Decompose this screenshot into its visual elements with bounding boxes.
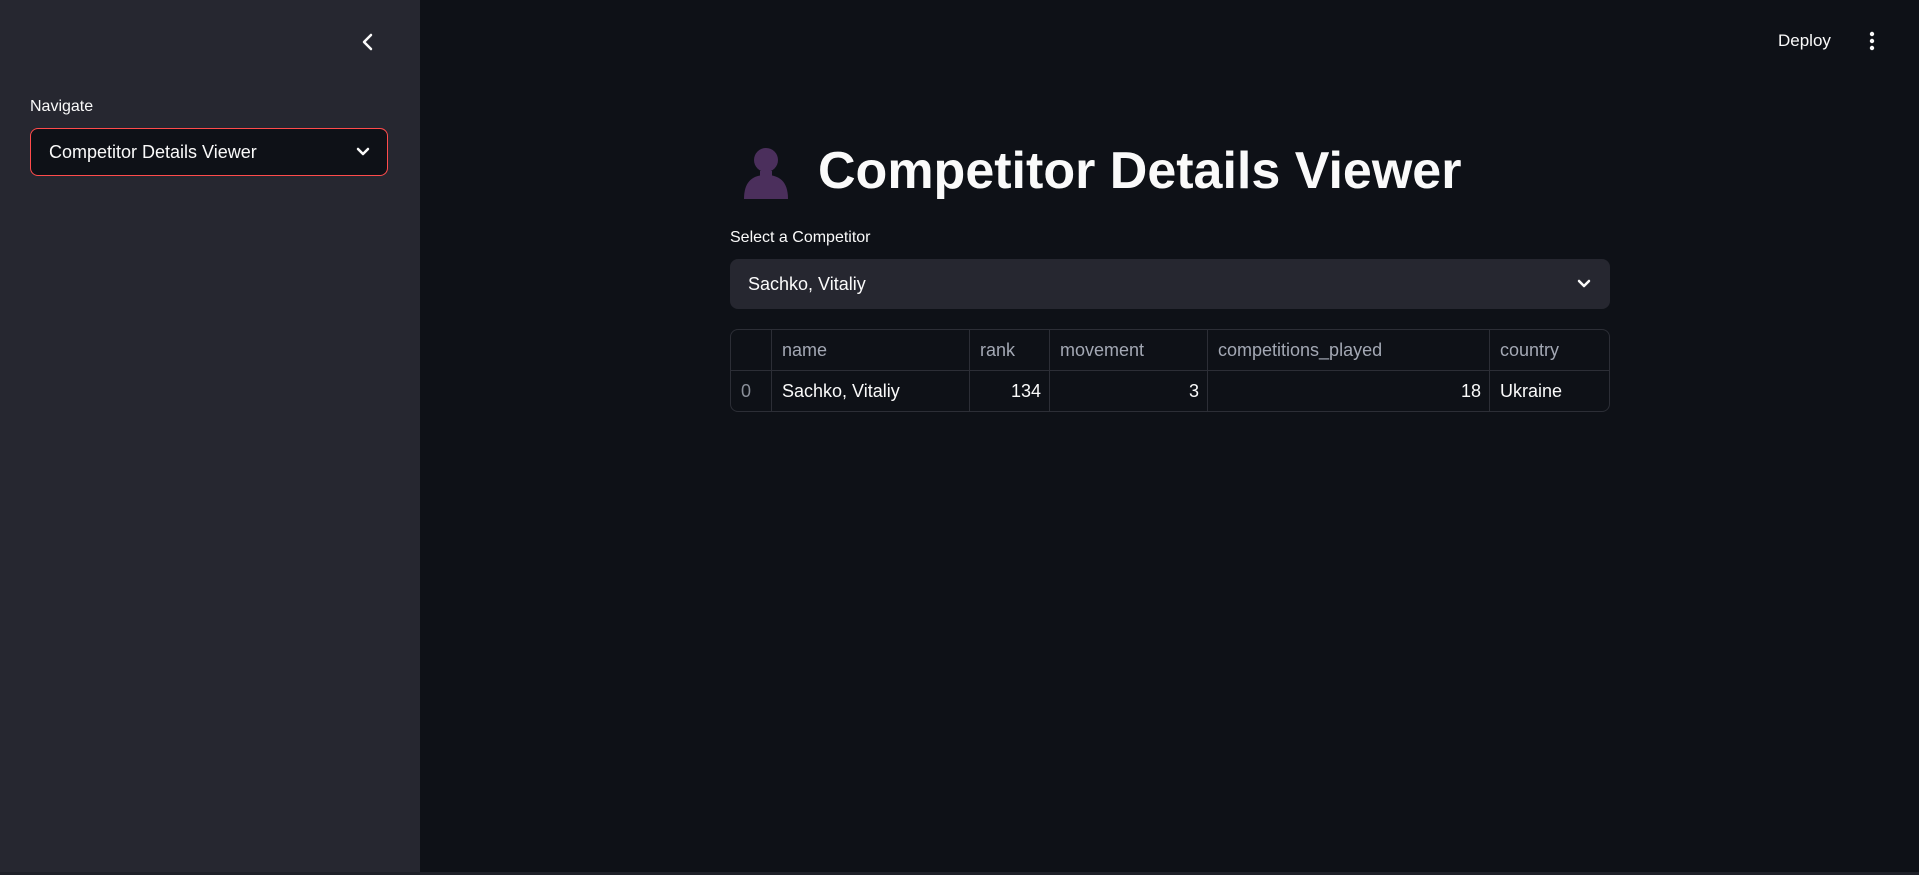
navigate-select-value: Competitor Details Viewer — [49, 141, 257, 162]
competitor-select-label: Select a Competitor — [730, 229, 871, 246]
more-vertical-icon — [1869, 31, 1875, 51]
chevron-down-icon — [356, 147, 370, 156]
column-header-competitions-played[interactable]: competitions_played — [1208, 330, 1490, 370]
column-header-rank[interactable]: rank — [970, 330, 1050, 370]
deploy-button[interactable]: Deploy — [1778, 28, 1831, 54]
column-header-index[interactable] — [731, 330, 772, 370]
chevron-left-icon — [362, 33, 373, 51]
name-cell[interactable]: Sachko, Vitaliy — [772, 371, 970, 411]
navigate-label: Navigate — [30, 98, 94, 115]
competitor-table[interactable]: name rank movement competitions_played c… — [730, 329, 1610, 412]
rank-cell[interactable]: 134 — [970, 371, 1050, 411]
column-header-name[interactable]: name — [772, 330, 970, 370]
chevron-down-icon — [1577, 279, 1591, 288]
page-title: Competitor Details Viewer — [818, 142, 1462, 200]
navigate-select[interactable]: Competitor Details Viewer — [30, 128, 388, 176]
page-header: Competitor Details Viewer — [738, 136, 1461, 206]
country-cell[interactable]: Ukraine — [1490, 371, 1609, 411]
table-row: 0 Sachko, Vitaliy 134 3 18 Ukraine — [731, 371, 1609, 411]
column-header-country[interactable]: country — [1490, 330, 1609, 370]
competitor-select[interactable]: Sachko, Vitaliy — [730, 259, 1610, 309]
row-index-cell[interactable]: 0 — [731, 371, 772, 411]
movement-cell[interactable]: 3 — [1050, 371, 1208, 411]
sidebar: Navigate Competitor Details Viewer — [0, 0, 420, 872]
app-window: Navigate Competitor Details Viewer Deplo… — [0, 0, 1919, 875]
person-icon — [744, 148, 788, 199]
column-header-movement[interactable]: movement — [1050, 330, 1208, 370]
main-menu-button[interactable] — [1862, 28, 1882, 54]
table-header-row: name rank movement competitions_played c… — [731, 330, 1609, 371]
collapse-sidebar-button[interactable] — [355, 28, 381, 56]
competitions-played-cell[interactable]: 18 — [1208, 371, 1490, 411]
competitor-select-value: Sachko, Vitaliy — [748, 273, 866, 294]
